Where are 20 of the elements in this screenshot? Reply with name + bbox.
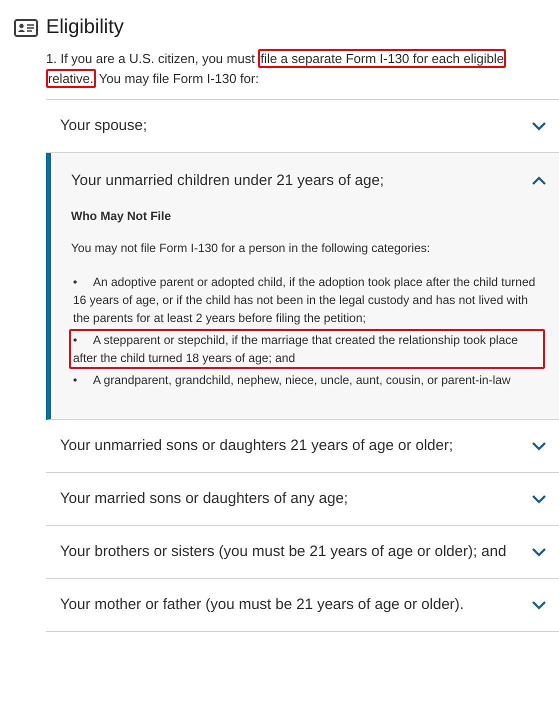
chevron-down-icon <box>531 121 547 131</box>
list-item: • An adoptive parent or adopted child, if the adoption took place after the child turned 16 years of age, or if the child has not been in the legal custody and has not lived with the parents for at least 2 years before filing the petition; <box>72 274 536 327</box>
chevron-up-icon <box>531 176 547 186</box>
accordion-header[interactable]: Your unmarried children under 21 years of age; <box>51 153 559 207</box>
id-card-icon <box>14 18 38 36</box>
accordion-header[interactable]: Your spouse; <box>46 100 559 152</box>
accordion-header[interactable]: Your brothers or sisters (you must be 21 years of age or older); and <box>46 526 559 578</box>
chevron-down-icon <box>531 547 547 557</box>
chevron-down-icon <box>531 600 547 610</box>
intro-text: 1. If you are a U.S. citizen, you must file a separate Form I-130 for each eligible relative. You may file Form I-130 for: <box>46 49 507 90</box>
accordion-header[interactable]: Your married sons or daughters of any age; <box>46 473 559 525</box>
list-item: • A stepparent or stepchild, if the marriage that created the relationship took place after the child turned 18 years of age; and <box>69 329 545 369</box>
content-heading: Who May Not File <box>71 208 172 225</box>
accordion-header[interactable]: Your unmarried sons or daughters 21 years of age or older; <box>46 420 559 472</box>
content-text: You may not file Form I-130 for a person in the following categories: <box>71 240 432 257</box>
accordion-header[interactable]: Your mother or father (you must be 21 years of age or older). <box>46 579 559 631</box>
chevron-down-icon <box>531 494 547 504</box>
chevron-down-icon <box>531 441 547 451</box>
list-item: • A grandparent, grandchild, nephew, niece, uncle, aunt, cousin, or parent-in-law <box>72 372 512 389</box>
section-title: Eligibility <box>46 16 124 39</box>
